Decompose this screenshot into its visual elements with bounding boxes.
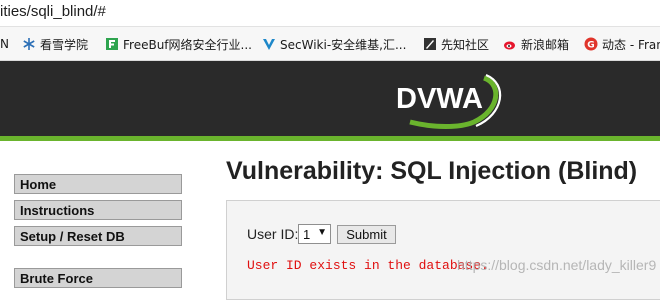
user-id-label: User ID: xyxy=(247,226,299,242)
nav-item-brute-force[interactable]: Brute Force xyxy=(14,268,182,288)
bookmark-item-freebuf[interactable]: FreeBuf网络安全行业... xyxy=(105,35,252,53)
bookmark-item-dynamic[interactable]: G 动态 - Fran xyxy=(584,35,660,53)
user-id-selected-value: 1 xyxy=(303,227,311,242)
nav-item-instructions[interactable]: Instructions xyxy=(14,200,182,220)
svg-text:G: G xyxy=(587,41,594,51)
url-text[interactable]: ities/sqli_blind/# xyxy=(0,3,106,20)
logo-text: DVWA xyxy=(396,83,483,115)
freebuf-icon xyxy=(105,37,119,51)
dvwa-logo[interactable]: DVWA xyxy=(390,66,510,137)
watermark-text: https://blog.csdn.net/lady_killer9 xyxy=(457,257,657,273)
vulnerable-code-panel xyxy=(226,200,660,300)
header-accent-bar xyxy=(0,136,660,141)
bookmark-label: 先知社区 xyxy=(441,37,490,52)
address-bar[interactable]: ities/sqli_blind/# xyxy=(0,0,660,27)
bookmark-item-sina-mail[interactable]: 新浪邮箱 xyxy=(503,35,569,53)
dvwa-header: DVWA xyxy=(0,61,660,141)
bookmark-item-xianzhi[interactable]: 先知社区 xyxy=(423,35,489,53)
bookmarks-bar: N 看雪学院 FreeBuf网络安全行业... SecWiki-安全维基,汇..… xyxy=(0,27,660,61)
bookmark-item[interactable]: N xyxy=(0,35,9,53)
bookmark-label: 动态 - Fran xyxy=(602,37,660,52)
bookmark-label: SecWiki-安全维基,汇... xyxy=(280,37,407,52)
page-title: Vulnerability: SQL Injection (Blind) xyxy=(226,157,638,185)
g-icon: G xyxy=(584,37,598,51)
bookmark-item-kanxue[interactable]: 看雪学院 xyxy=(22,35,88,53)
nav-item-home[interactable]: Home xyxy=(14,174,182,194)
weibo-icon xyxy=(503,37,517,51)
secwiki-icon xyxy=(262,37,276,51)
bookmark-label: N xyxy=(0,37,9,51)
xianzhi-icon xyxy=(423,37,437,51)
bookmark-label: 看雪学院 xyxy=(40,37,89,52)
user-id-select[interactable]: 1 ▼ xyxy=(298,224,331,244)
bookmark-label: 新浪邮箱 xyxy=(521,37,570,52)
nav-item-setup-reset-db[interactable]: Setup / Reset DB xyxy=(14,226,182,246)
snowflake-icon xyxy=(22,37,36,51)
bookmark-item-secwiki[interactable]: SecWiki-安全维基,汇... xyxy=(262,35,406,53)
bookmark-label: FreeBuf网络安全行业... xyxy=(123,37,252,52)
chevron-down-icon: ▼ xyxy=(317,227,327,238)
result-message: User ID exists in the database. xyxy=(247,258,489,273)
submit-button[interactable]: Submit xyxy=(337,225,396,244)
